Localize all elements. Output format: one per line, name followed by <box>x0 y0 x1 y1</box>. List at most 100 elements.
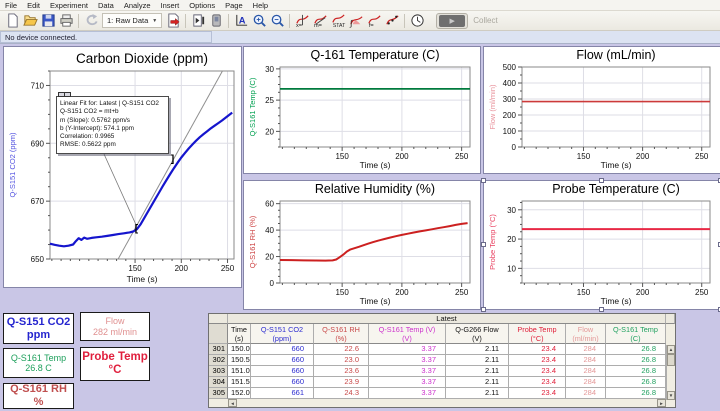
menu-item-file[interactable]: File <box>0 0 22 10</box>
cell[interactable]: 151.5 <box>228 377 251 388</box>
device-setup-button[interactable] <box>207 13 225 29</box>
column-header-4[interactable]: Q-G266 Flow(V) <box>446 324 509 344</box>
cell[interactable]: 3.37 <box>369 366 446 377</box>
open-file-button[interactable] <box>21 13 39 29</box>
cell[interactable]: 24.3 <box>314 388 369 399</box>
table-hscroll-right-arrow[interactable]: ► <box>657 399 666 407</box>
cell[interactable]: 26.8 <box>606 344 666 355</box>
carbon-dioxide-graph[interactable]: Linear Fit for: Latest | Q-S151 CO2 Q-S1… <box>3 46 242 288</box>
selection-handle[interactable] <box>599 178 604 183</box>
table-vscrollbar[interactable]: ▲▼ <box>666 345 675 400</box>
examine-button[interactable]: x= <box>293 13 311 29</box>
menu-item-insert[interactable]: Insert <box>156 0 185 10</box>
cell[interactable]: 2.11 <box>446 366 509 377</box>
column-header-7[interactable]: Q-S161 Temp(C) <box>606 324 666 344</box>
column-header-0[interactable]: Time(s) <box>228 324 251 344</box>
menu-item-experiment[interactable]: Experiment <box>45 0 93 10</box>
row-number[interactable]: 305 <box>209 388 228 399</box>
cell[interactable]: 150.5 <box>228 355 251 366</box>
cell[interactable]: 660 <box>251 344 314 355</box>
cell[interactable]: 23.4 <box>509 355 566 366</box>
table-hscrollbar[interactable]: ◄► <box>209 399 675 407</box>
selection-handle[interactable] <box>481 242 486 247</box>
linear-fit-annotation[interactable]: Linear Fit for: Latest | Q-S151 CO2 Q-S1… <box>56 96 169 154</box>
next-page-button[interactable] <box>189 13 207 29</box>
menu-item-help[interactable]: Help <box>248 0 273 10</box>
previous-page-button[interactable] <box>82 13 100 29</box>
cell[interactable]: 3.37 <box>369 388 446 399</box>
table-vscroll-up-arrow[interactable]: ▲ <box>667 345 675 354</box>
row-number[interactable]: 303 <box>209 366 228 377</box>
column-header-5[interactable]: Probe Temp(°C) <box>509 324 566 344</box>
meter-q161-temp[interactable]: Q-S161 Temp 26.8 C <box>3 348 74 378</box>
column-header-3[interactable]: Q-S161 Temp (V)(V) <box>369 324 446 344</box>
row-number[interactable]: 301 <box>209 344 228 355</box>
meter-co2[interactable]: Q-S151 CO2 ppm <box>3 313 74 344</box>
cell[interactable]: 22.6 <box>314 344 369 355</box>
menu-item-page[interactable]: Page <box>220 0 248 10</box>
table-vscroll-thumb[interactable] <box>667 354 675 366</box>
menu-item-options[interactable]: Options <box>184 0 220 10</box>
meter-probe-temp[interactable]: Probe Temp °C <box>80 347 150 381</box>
cell[interactable]: 23.4 <box>509 366 566 377</box>
cell[interactable]: 151.0 <box>228 366 251 377</box>
flow-graph[interactable]: 1502002500100200300400500Flow (mL/min)Ti… <box>483 46 720 174</box>
cell[interactable]: 3.37 <box>369 344 446 355</box>
zoom-in-button[interactable] <box>250 13 268 29</box>
cell[interactable]: 660 <box>251 377 314 388</box>
cell[interactable]: 660 <box>251 366 314 377</box>
cell[interactable]: 284 <box>566 388 606 399</box>
cell[interactable]: 23.4 <box>509 388 566 399</box>
row-number-header[interactable] <box>209 324 228 344</box>
cell[interactable]: 3.37 <box>369 355 446 366</box>
print-button[interactable] <box>57 13 75 29</box>
model-button[interactable] <box>383 13 401 29</box>
menu-item-data[interactable]: Data <box>93 0 119 10</box>
cell[interactable]: 23.4 <box>509 377 566 388</box>
selection-handle[interactable] <box>599 307 604 312</box>
cell[interactable]: 26.8 <box>606 377 666 388</box>
cell[interactable]: 152.0 <box>228 388 251 399</box>
column-header-2[interactable]: Q-S161 RH(%) <box>314 324 369 344</box>
zoom-out-button[interactable] <box>268 13 286 29</box>
curve-fit-button[interactable]: f= <box>365 13 383 29</box>
cell[interactable]: 660 <box>251 355 314 366</box>
cell[interactable]: 26.8 <box>606 355 666 366</box>
cell[interactable]: 23.6 <box>314 366 369 377</box>
cell[interactable]: 284 <box>566 344 606 355</box>
selection-handle[interactable] <box>481 307 486 312</box>
row-number[interactable]: 304 <box>209 377 228 388</box>
new-file-button[interactable] <box>3 13 21 29</box>
page-selector-dropdown[interactable]: 1: Raw Data▼ <box>102 13 162 28</box>
collect-button[interactable]: ▶ Collect <box>436 13 497 29</box>
cell[interactable]: 23.9 <box>314 377 369 388</box>
tangent-button[interactable]: m= <box>311 13 329 29</box>
statistics-button[interactable]: STAT <box>329 13 347 29</box>
table-vscroll-down-arrow[interactable]: ▼ <box>667 391 675 400</box>
probe-temperature-graph[interactable]: 150200250102030Probe Temperature (C)Time… <box>483 180 720 310</box>
menu-item-analyze[interactable]: Analyze <box>119 0 156 10</box>
cell[interactable]: 2.11 <box>446 377 509 388</box>
cell[interactable]: 2.11 <box>446 388 509 399</box>
fit-grip-icon[interactable] <box>58 92 71 97</box>
menu-item-edit[interactable]: Edit <box>22 0 45 10</box>
cell[interactable]: 26.8 <box>606 388 666 399</box>
autoscale-button[interactable]: A <box>232 13 250 29</box>
meter-flow[interactable]: Flow 282 ml/min <box>80 312 150 341</box>
column-header-6[interactable]: Flow(ml/min) <box>566 324 606 344</box>
cell[interactable]: 26.8 <box>606 366 666 377</box>
save-button[interactable] <box>39 13 57 29</box>
cell[interactable]: 150.0 <box>228 344 251 355</box>
integral-button[interactable]: ∫ <box>347 13 365 29</box>
selection-handle[interactable] <box>481 178 486 183</box>
column-header-1[interactable]: Q-S151 CO2(ppm) <box>251 324 314 344</box>
row-number[interactable]: 302 <box>209 355 228 366</box>
cell[interactable]: 2.11 <box>446 344 509 355</box>
cell[interactable]: 23.4 <box>509 344 566 355</box>
q161-temperature-graph[interactable]: 150200250202530Q-161 Temperature (C)Time… <box>243 46 481 174</box>
table-hscroll-left-arrow[interactable]: ◄ <box>228 399 237 407</box>
meter-rh[interactable]: Q-S161 RH % <box>3 383 74 409</box>
cell[interactable]: 284 <box>566 377 606 388</box>
cell[interactable]: 284 <box>566 355 606 366</box>
cell[interactable]: 2.11 <box>446 355 509 366</box>
